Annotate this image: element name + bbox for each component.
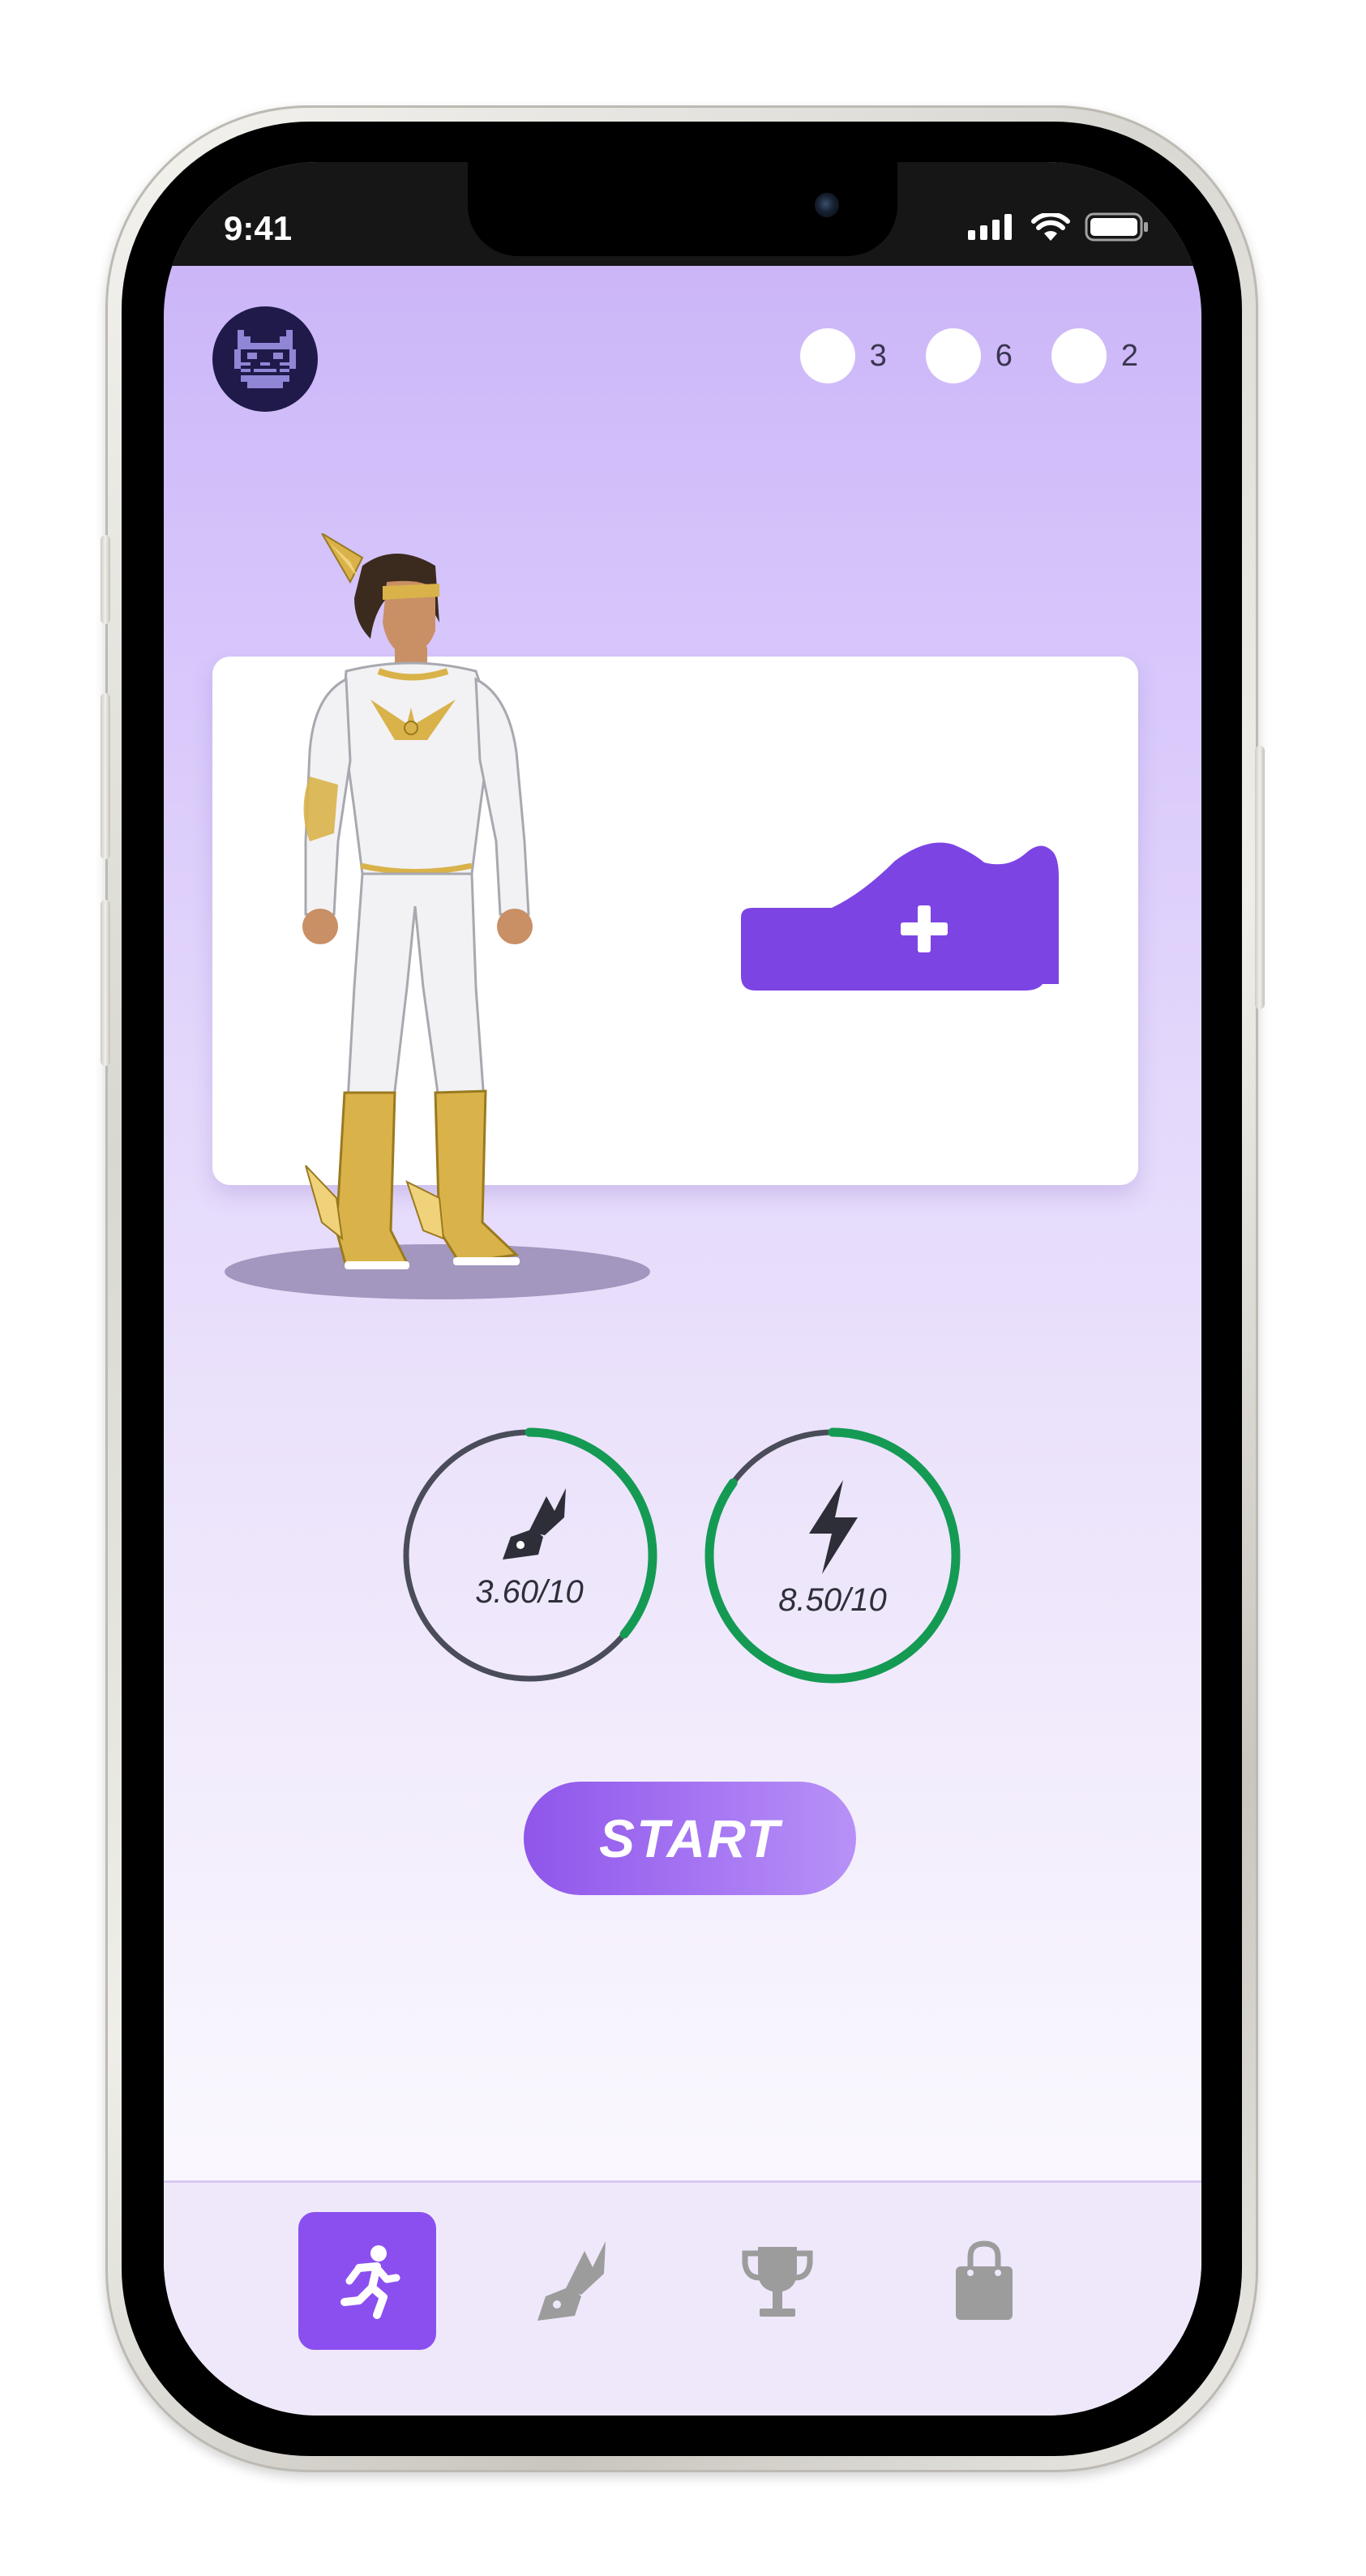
winged-shoe-icon (537, 2241, 606, 2321)
token-dot-icon (1051, 328, 1107, 383)
winged-hero-character (302, 533, 533, 1269)
status-bar: 9:41 (164, 162, 1201, 266)
status-icons (968, 212, 1150, 242)
counter-1-value: 3 (869, 338, 887, 373)
battery-icon (1085, 212, 1148, 242)
token-dot-icon (799, 328, 855, 383)
volume-up-button (101, 693, 110, 859)
shopping-bag-icon (956, 2240, 1013, 2320)
counter-3-value: 2 (1120, 338, 1138, 373)
token-dot-icon (925, 328, 981, 383)
running-person-icon (340, 2245, 400, 2319)
energy-stat-ring: 8.50/10 (704, 1427, 961, 1684)
wifi-icon (1031, 213, 1070, 241)
profile-avatar-button[interactable] (212, 306, 318, 412)
nav-run-tab[interactable] (298, 2212, 436, 2350)
start-button[interactable]: START (524, 1782, 856, 1895)
app-screen: 9:41 3 6 2 3.60/10 8.50/10 START (164, 162, 1201, 2416)
counter-1: 3 (799, 328, 887, 383)
notch (468, 162, 897, 256)
volume-down-button (101, 900, 110, 1066)
winged-shoe-icon (503, 1488, 566, 1560)
counter-2-value: 6 (995, 338, 1013, 373)
speed-stat-label: 3.60/10 (475, 1574, 584, 1610)
front-camera (815, 193, 839, 217)
add-shoe-icon (741, 842, 1059, 991)
nav-shop-tab[interactable] (915, 2212, 1053, 2350)
nav-shoes-tab[interactable] (503, 2212, 640, 2350)
lightning-bolt-icon (809, 1480, 858, 1574)
energy-stat-label: 8.50/10 (778, 1582, 887, 1618)
power-button (1255, 746, 1265, 1009)
cellular-signal-icon (968, 214, 1012, 240)
bottom-navigation (164, 2180, 1201, 2416)
status-time: 9:41 (224, 209, 293, 247)
pixel-cat-icon (234, 330, 296, 388)
nav-leaderboard-tab[interactable] (709, 2212, 846, 2350)
counter-3: 2 (1051, 328, 1138, 383)
speed-stat-ring: 3.60/10 (400, 1427, 658, 1684)
speed-ring-graphic (401, 1427, 657, 1684)
currency-counters: 3 6 2 (799, 328, 1138, 383)
silent-switch (101, 535, 110, 624)
counter-2: 6 (925, 328, 1013, 383)
add-shoe-button[interactable] (741, 837, 1059, 991)
trophy-icon (742, 2247, 813, 2317)
energy-ring-graphic (704, 1427, 961, 1684)
